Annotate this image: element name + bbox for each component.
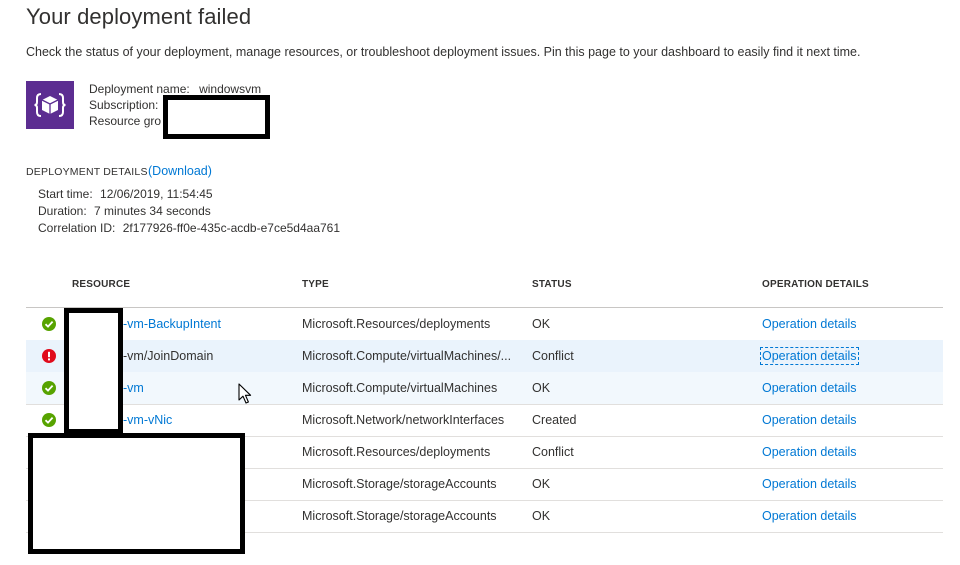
resource-type: Microsoft.Storage/storageAccounts xyxy=(302,477,497,491)
operation-details-link[interactable]: Operation details xyxy=(762,317,857,331)
resource-status: OK xyxy=(532,381,551,395)
resource-name: -vm/JoinDomain xyxy=(123,349,214,363)
redaction-box xyxy=(64,308,123,434)
deployment-details-header: DEPLOYMENT DETAILS xyxy=(26,166,148,178)
correlation-id-label: Correlation ID: xyxy=(38,221,116,235)
duration-label: Duration: xyxy=(38,204,87,218)
table-row[interactable]: -vm/JoinDomain Microsoft.Compute/virtual… xyxy=(26,340,943,373)
operation-details-link[interactable]: Operation details xyxy=(760,347,859,365)
column-header-operation-details[interactable]: OPERATION DETAILS xyxy=(762,279,869,290)
subscription-label: Subscription: xyxy=(89,98,159,112)
operation-details-link[interactable]: Operation details xyxy=(762,509,857,523)
duration-row: Duration: 7 minutes 34 seconds xyxy=(38,204,211,218)
mouse-pointer-icon xyxy=(238,383,252,410)
resource-status: OK xyxy=(532,317,551,331)
correlation-id-row: Correlation ID: 2f177926-ff0e-435c-acdb-… xyxy=(38,221,340,235)
resource-link[interactable]: -vm-vNic xyxy=(123,413,172,427)
operation-details-link[interactable]: Operation details xyxy=(762,381,857,395)
resource-type: Microsoft.Network/networkInterfaces xyxy=(302,413,505,427)
column-header-resource[interactable]: RESOURCE xyxy=(72,279,130,290)
table-row[interactable]: -vm-BackupIntent Microsoft.Resources/dep… xyxy=(26,308,943,341)
deployment-name-value: windowsvm xyxy=(199,82,262,96)
resource-link[interactable]: -vm xyxy=(123,381,144,395)
resource-type: Microsoft.Resources/deployments xyxy=(302,317,491,331)
resource-type: Microsoft.Compute/virtualMachines xyxy=(302,381,498,395)
page-title: Your deployment failed xyxy=(26,4,252,29)
success-check-icon xyxy=(42,381,56,395)
deployment-name-label: Deployment name: xyxy=(89,82,190,96)
column-header-status[interactable]: STATUS xyxy=(532,279,572,290)
deployment-name-row: Deployment name: windowsvm xyxy=(89,82,261,96)
table-row[interactable]: -vm Microsoft.Compute/virtualMachines OK… xyxy=(26,372,943,405)
download-link[interactable]: (Download) xyxy=(148,164,212,178)
duration-value: 7 minutes 34 seconds xyxy=(94,204,211,218)
resource-type: Microsoft.Compute/virtualMachines/... xyxy=(302,349,512,363)
success-check-icon xyxy=(42,413,56,427)
resource-type: Microsoft.Resources/deployments xyxy=(302,445,491,459)
operation-details-link[interactable]: Operation details xyxy=(762,413,857,427)
error-icon xyxy=(42,349,56,363)
redaction-box xyxy=(28,433,245,554)
column-header-type[interactable]: TYPE xyxy=(302,279,329,290)
start-time-label: Start time: xyxy=(38,187,93,201)
resource-status: Conflict xyxy=(532,349,574,363)
resource-status: Conflict xyxy=(532,445,574,459)
resource-type: Microsoft.Storage/storageAccounts xyxy=(302,509,497,523)
resource-link[interactable]: -vm-BackupIntent xyxy=(123,317,221,331)
operation-details-link[interactable]: Operation details xyxy=(762,445,857,459)
resource-group-label: Resource gro xyxy=(89,114,162,128)
resource-status: OK xyxy=(532,509,551,523)
start-time-value: 12/06/2019, 11:54:45 xyxy=(100,187,213,201)
success-check-icon xyxy=(42,317,56,331)
correlation-id-value: 2f177926-ff0e-435c-acdb-e7ce5d4aa761 xyxy=(122,221,341,235)
redaction-box xyxy=(163,95,270,139)
deployment-cube-icon xyxy=(26,81,74,129)
page-subtitle: Check the status of your deployment, man… xyxy=(26,45,861,59)
start-time-row: Start time: 12/06/2019, 11:54:45 xyxy=(38,187,213,201)
resource-status: OK xyxy=(532,477,551,491)
resource-status: Created xyxy=(532,413,577,427)
operation-details-link[interactable]: Operation details xyxy=(762,477,857,491)
